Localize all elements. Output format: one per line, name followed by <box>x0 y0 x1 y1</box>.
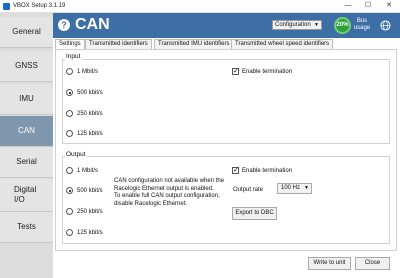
output-rate-label: Output rate <box>233 187 264 193</box>
configuration-dropdown[interactable]: Configuration ▼ <box>272 20 322 30</box>
input-group <box>62 59 390 144</box>
output-rate-1mbit-radio[interactable] <box>66 167 73 174</box>
sidebar: General GNSS IMU CAN Serial Digital I/O … <box>0 13 53 278</box>
sidebar-item-serial[interactable]: Serial <box>0 147 53 178</box>
output-rate-500kbit-label: 500 kbit/s <box>77 188 103 194</box>
sidebar-item-digital-io[interactable]: Digital I/O <box>0 179 53 212</box>
page-title: CAN <box>75 16 110 33</box>
bus-usage-label: Bus usage <box>353 18 371 31</box>
output-enable-termination-label: Enable termination <box>242 168 293 174</box>
note-line-2: To enable full CAN output configuration,… <box>114 193 220 207</box>
help-icon[interactable]: ? <box>58 19 70 31</box>
minimize-button[interactable]: — <box>338 0 358 12</box>
sidebar-item-gnss[interactable]: GNSS <box>0 51 53 82</box>
close-button[interactable]: Close <box>355 257 390 270</box>
chevron-down-icon: ▼ <box>304 185 309 191</box>
configuration-value: Configuration <box>275 22 311 28</box>
title-bar: VBOX Setup 3.1.19 — ☐ ✕ <box>0 0 400 13</box>
input-rate-500kbit-radio[interactable] <box>66 89 73 96</box>
input-rate-125kbit-label: 125 kbit/s <box>77 131 103 137</box>
output-rate-value: 100 Hz <box>281 185 301 191</box>
output-rate-1mbit-label: 1 Mbit/s <box>77 168 99 174</box>
output-rate-250kbit-label: 250 kbit/s <box>77 209 103 215</box>
sidebar-item-general[interactable]: General <box>0 17 53 48</box>
chevron-down-icon: ▼ <box>314 22 319 28</box>
input-rate-125kbit-radio[interactable] <box>66 130 73 137</box>
window-title: VBOX Setup 3.1.19 <box>13 3 66 9</box>
export-to-dbc-button[interactable]: Export to DBC <box>232 207 277 220</box>
note-line-1: CAN configuration not available when the… <box>114 178 225 192</box>
app-icon <box>3 3 10 10</box>
close-window-button[interactable]: ✕ <box>379 0 399 12</box>
output-rate-125kbit-label: 125 kbit/s <box>77 230 103 236</box>
globe-icon[interactable] <box>380 20 391 31</box>
sidebar-item-imu[interactable]: IMU <box>0 84 53 115</box>
output-enable-termination-checkbox[interactable] <box>232 166 239 174</box>
write-to-unit-button[interactable]: Write to unit <box>308 257 351 270</box>
input-rate-1mbit-radio[interactable] <box>66 68 73 75</box>
input-group-title: Input <box>65 53 82 60</box>
output-rate-250kbit-radio[interactable] <box>66 208 73 215</box>
input-rate-1mbit-label: 1 Mbit/s <box>77 69 99 75</box>
input-enable-termination-checkbox[interactable] <box>232 67 239 75</box>
output-rate-500kbit-radio[interactable] <box>66 187 73 194</box>
sidebar-item-can[interactable]: CAN <box>0 116 53 147</box>
input-rate-500kbit-label: 500 kbit/s <box>77 90 103 96</box>
output-rate-dropdown[interactable]: 100 Hz ▼ <box>277 183 312 194</box>
output-group <box>62 156 390 244</box>
maximize-button[interactable]: ☐ <box>358 0 378 12</box>
output-rate-125kbit-radio[interactable] <box>66 229 73 236</box>
sidebar-item-tests[interactable]: Tests <box>0 212 53 243</box>
input-enable-termination-label: Enable termination <box>242 69 293 75</box>
input-rate-250kbit-label: 250 kbit/s <box>77 111 103 117</box>
output-group-title: Output <box>65 151 87 158</box>
bus-usage-gauge: 20% <box>334 17 351 34</box>
ethernet-output-note: CAN configuration not available when the… <box>114 178 226 208</box>
input-rate-250kbit-radio[interactable] <box>66 110 73 117</box>
